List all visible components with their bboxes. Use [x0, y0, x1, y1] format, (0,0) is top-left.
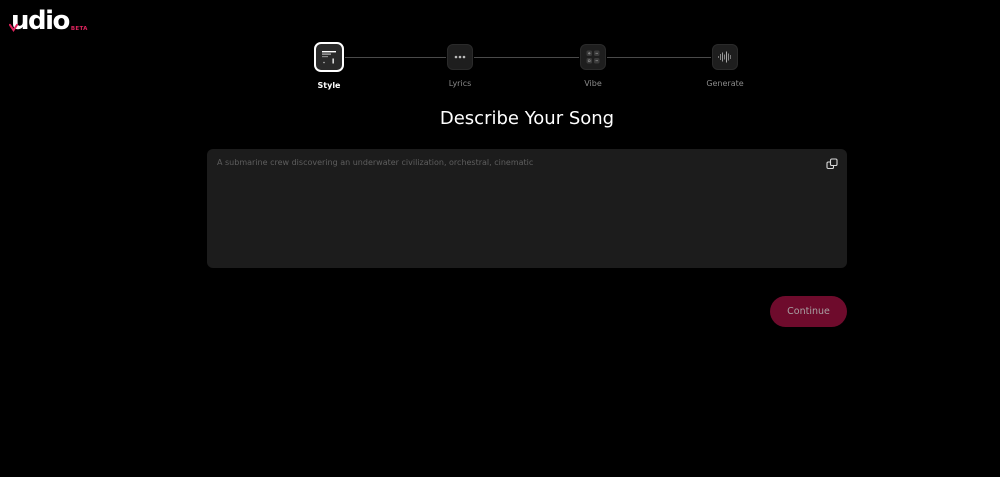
step-generate[interactable]: Generate: [695, 42, 755, 88]
logo-accent-icon: [9, 23, 18, 32]
step-vibe[interactable]: Vibe: [563, 42, 623, 88]
step-label: Lyrics: [448, 79, 472, 88]
grid-icon: [580, 44, 606, 70]
page-title: Describe Your Song: [439, 108, 615, 129]
beta-badge: BETA: [70, 26, 88, 32]
step-style[interactable]: Style: [299, 42, 359, 90]
logo[interactable]: udio BETA: [9, 6, 88, 36]
stepper: Style Lyrics Vibe Generate: [314, 42, 744, 92]
step-lyrics[interactable]: Lyrics: [430, 42, 490, 88]
step-label: Vibe: [584, 79, 602, 88]
style-card-icon: [314, 42, 344, 72]
prompt-container: [207, 149, 847, 268]
page: udio BETA Style Lyrics Vibe Generate Des…: [0, 0, 1000, 477]
continue-button[interactable]: Continue: [770, 296, 847, 327]
logo-wordmark: udio: [11, 6, 70, 36]
dots-icon: [447, 44, 473, 70]
copy-link-button[interactable]: [826, 158, 838, 170]
waveform-icon: [712, 44, 738, 70]
song-description-input[interactable]: [207, 149, 847, 268]
step-label: Generate: [706, 79, 744, 88]
step-label: Style: [317, 81, 341, 90]
copy-link-icon: [826, 158, 838, 170]
